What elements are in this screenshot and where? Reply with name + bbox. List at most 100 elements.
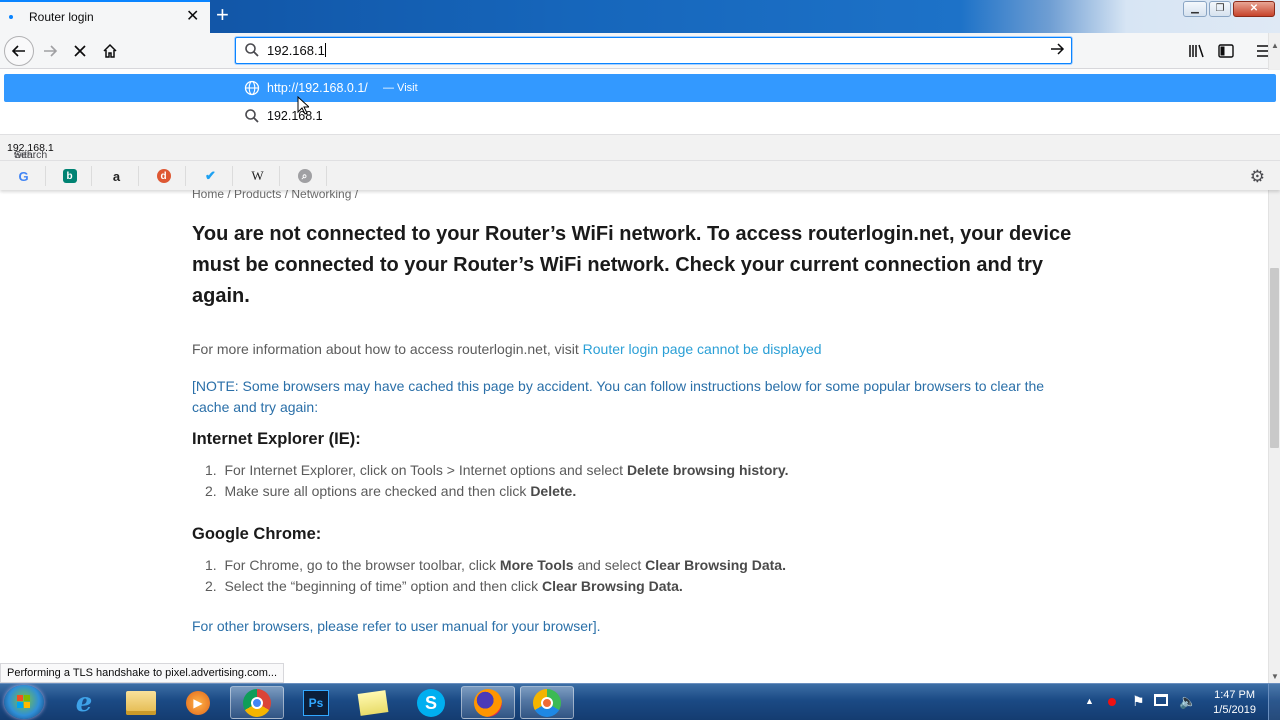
minimize-button[interactable]: ▁ bbox=[1183, 1, 1207, 17]
back-arrow-icon bbox=[11, 45, 25, 57]
ie-heading: Internet Explorer (IE): bbox=[192, 430, 361, 448]
suggestion-action: — Visit bbox=[383, 82, 418, 94]
amazon-engine-button[interactable]: a bbox=[95, 166, 139, 186]
google-engine-button[interactable]: G bbox=[2, 166, 46, 186]
internet-explorer-taskbar-button[interactable]: e bbox=[57, 686, 111, 719]
photoshop-taskbar-button[interactable]: Ps bbox=[289, 686, 343, 719]
amazon-icon: a bbox=[112, 168, 121, 184]
record-indicator-icon[interactable] bbox=[1108, 698, 1116, 706]
globe-icon bbox=[244, 80, 260, 96]
page-headline: You are not connected to your Router’s W… bbox=[192, 223, 1072, 307]
url-suggestions-popup: http://192.168.0.1/ — Visit 192.168.1 Se… bbox=[0, 70, 1280, 190]
show-desktop-button[interactable] bbox=[1268, 684, 1280, 720]
back-button[interactable] bbox=[4, 36, 34, 66]
windows-taskbar: e ▶ Ps S ▲ ⚑ 🔈 1:47 PM 1/5/2019 bbox=[0, 683, 1280, 720]
suggestion-url: http://192.168.0.1/ bbox=[267, 81, 368, 95]
breadcrumb[interactable]: Home / Products / Networking / bbox=[192, 190, 358, 201]
media-player-taskbar-button[interactable]: ▶ bbox=[171, 686, 225, 719]
cache-note: [NOTE: Some browsers may have cached thi… bbox=[192, 378, 1045, 415]
scroll-up-icon[interactable]: ▲ bbox=[1271, 41, 1279, 50]
internet-explorer-icon: e bbox=[75, 687, 93, 718]
one-off-search-engines: G b a d ✔ W ⌕ ⚙ bbox=[0, 160, 1280, 190]
bing-engine-button[interactable]: b bbox=[48, 166, 92, 186]
info-paragraph: For more information about how to access… bbox=[192, 341, 822, 357]
address-input[interactable]: 192.168.1 bbox=[267, 43, 326, 58]
wikipedia-engine-button[interactable]: W bbox=[236, 166, 280, 186]
network-icon[interactable] bbox=[1154, 694, 1168, 706]
duckduckgo-icon: d bbox=[156, 169, 171, 183]
search-engine-button[interactable]: ⌕ bbox=[283, 166, 327, 186]
search-icon bbox=[245, 109, 259, 123]
loading-indicator-icon bbox=[9, 15, 13, 19]
file-explorer-taskbar-button[interactable] bbox=[114, 686, 168, 719]
search-for-label: Search for 192.168.1 with: bbox=[0, 134, 1280, 173]
chrome-taskbar-button[interactable] bbox=[230, 686, 284, 719]
navigation-toolbar: 192.168.1 bbox=[0, 33, 1280, 69]
scroll-thumb[interactable] bbox=[1270, 268, 1279, 448]
forward-arrow-icon bbox=[44, 45, 58, 57]
windows-logo-icon bbox=[17, 695, 31, 709]
go-arrow-icon[interactable] bbox=[1049, 41, 1065, 62]
action-center-flag-icon[interactable]: ⚑ bbox=[1132, 693, 1145, 710]
system-tray: ▲ ⚑ 🔈 1:47 PM 1/5/2019 bbox=[1080, 684, 1280, 720]
home-button[interactable] bbox=[96, 38, 124, 64]
chrome-canary-taskbar-button[interactable] bbox=[520, 686, 574, 719]
sticky-notes-taskbar-button[interactable] bbox=[346, 686, 400, 719]
google-icon: G bbox=[18, 168, 29, 184]
bing-icon: b bbox=[62, 169, 77, 183]
title-bar: Router login ✕ + ▁ ❐ ✕ bbox=[0, 0, 1280, 33]
start-button[interactable] bbox=[4, 685, 44, 719]
suggestion-search-text: 192.168.1 bbox=[267, 109, 323, 123]
clock[interactable]: 1:47 PM 1/5/2019 bbox=[1213, 688, 1256, 718]
suggestion-search[interactable]: 192.168.1 bbox=[4, 104, 1276, 130]
library-button[interactable] bbox=[1183, 38, 1211, 64]
duckduckgo-engine-button[interactable]: d bbox=[142, 166, 186, 186]
firefox-taskbar-button[interactable] bbox=[461, 686, 515, 719]
new-tab-button[interactable]: + bbox=[216, 2, 229, 28]
media-player-icon: ▶ bbox=[186, 690, 210, 715]
show-hidden-icons-icon[interactable]: ▲ bbox=[1085, 696, 1094, 706]
tab-title: Router login bbox=[29, 10, 94, 24]
page-content: Home / Products / Networking / You are n… bbox=[0, 190, 1268, 663]
other-browsers-note: For other browsers, please refer to user… bbox=[192, 618, 601, 634]
twitter-engine-button[interactable]: ✔ bbox=[189, 166, 233, 186]
twitter-icon: ✔ bbox=[205, 168, 216, 183]
status-panel: Performing a TLS handshake to pixel.adve… bbox=[0, 663, 285, 683]
volume-icon[interactable]: 🔈 bbox=[1179, 693, 1196, 710]
wikipedia-icon: W bbox=[251, 168, 264, 183]
close-tab-icon[interactable]: ✕ bbox=[186, 7, 199, 27]
scroll-down-icon[interactable]: ▼ bbox=[1271, 672, 1279, 681]
screen: Router login ✕ + ▁ ❐ ✕ 192.168.1 Home / … bbox=[0, 0, 1280, 720]
stop-button[interactable] bbox=[66, 38, 94, 64]
home-icon bbox=[103, 43, 117, 58]
ie-steps: 1. For Internet Explorer, click on Tools… bbox=[205, 460, 788, 502]
library-icon bbox=[1189, 44, 1204, 58]
sidebar-button[interactable] bbox=[1212, 38, 1240, 64]
address-bar[interactable]: 192.168.1 bbox=[235, 37, 1072, 64]
folder-icon bbox=[126, 690, 156, 715]
chrome-canary-icon bbox=[533, 688, 561, 717]
firefox-icon bbox=[474, 688, 502, 717]
list-item: 2. Make sure all options are checked and… bbox=[205, 483, 577, 499]
forward-button[interactable] bbox=[36, 38, 64, 64]
suggestion-visit-url[interactable]: http://192.168.0.1/ — Visit bbox=[4, 74, 1276, 102]
gear-icon[interactable]: ⚙ bbox=[1250, 167, 1265, 187]
list-item: 1. For Internet Explorer, click on Tools… bbox=[205, 462, 789, 478]
chrome-heading: Google Chrome: bbox=[192, 525, 322, 543]
skype-taskbar-button[interactable]: S bbox=[404, 686, 458, 719]
skype-icon: S bbox=[417, 688, 445, 717]
list-item: 1. For Chrome, go to the browser toolbar… bbox=[205, 557, 786, 573]
chrome-steps: 1. For Chrome, go to the browser toolbar… bbox=[205, 555, 786, 597]
magnifier-icon: ⌕ bbox=[297, 169, 312, 183]
close-window-button[interactable]: ✕ bbox=[1233, 1, 1275, 17]
stop-icon bbox=[74, 45, 86, 57]
sidebar-icon bbox=[1218, 44, 1234, 58]
router-login-help-link[interactable]: Router login page cannot be displayed bbox=[583, 341, 822, 357]
mouse-cursor-icon bbox=[297, 96, 309, 115]
chrome-icon bbox=[243, 688, 271, 717]
sticky-notes-icon bbox=[357, 689, 389, 716]
maximize-button[interactable]: ❐ bbox=[1209, 1, 1231, 17]
tab-router-login[interactable]: Router login ✕ bbox=[0, 0, 210, 33]
list-item: 2. Select the “beginning of time” option… bbox=[205, 578, 683, 594]
photoshop-icon: Ps bbox=[303, 689, 329, 716]
